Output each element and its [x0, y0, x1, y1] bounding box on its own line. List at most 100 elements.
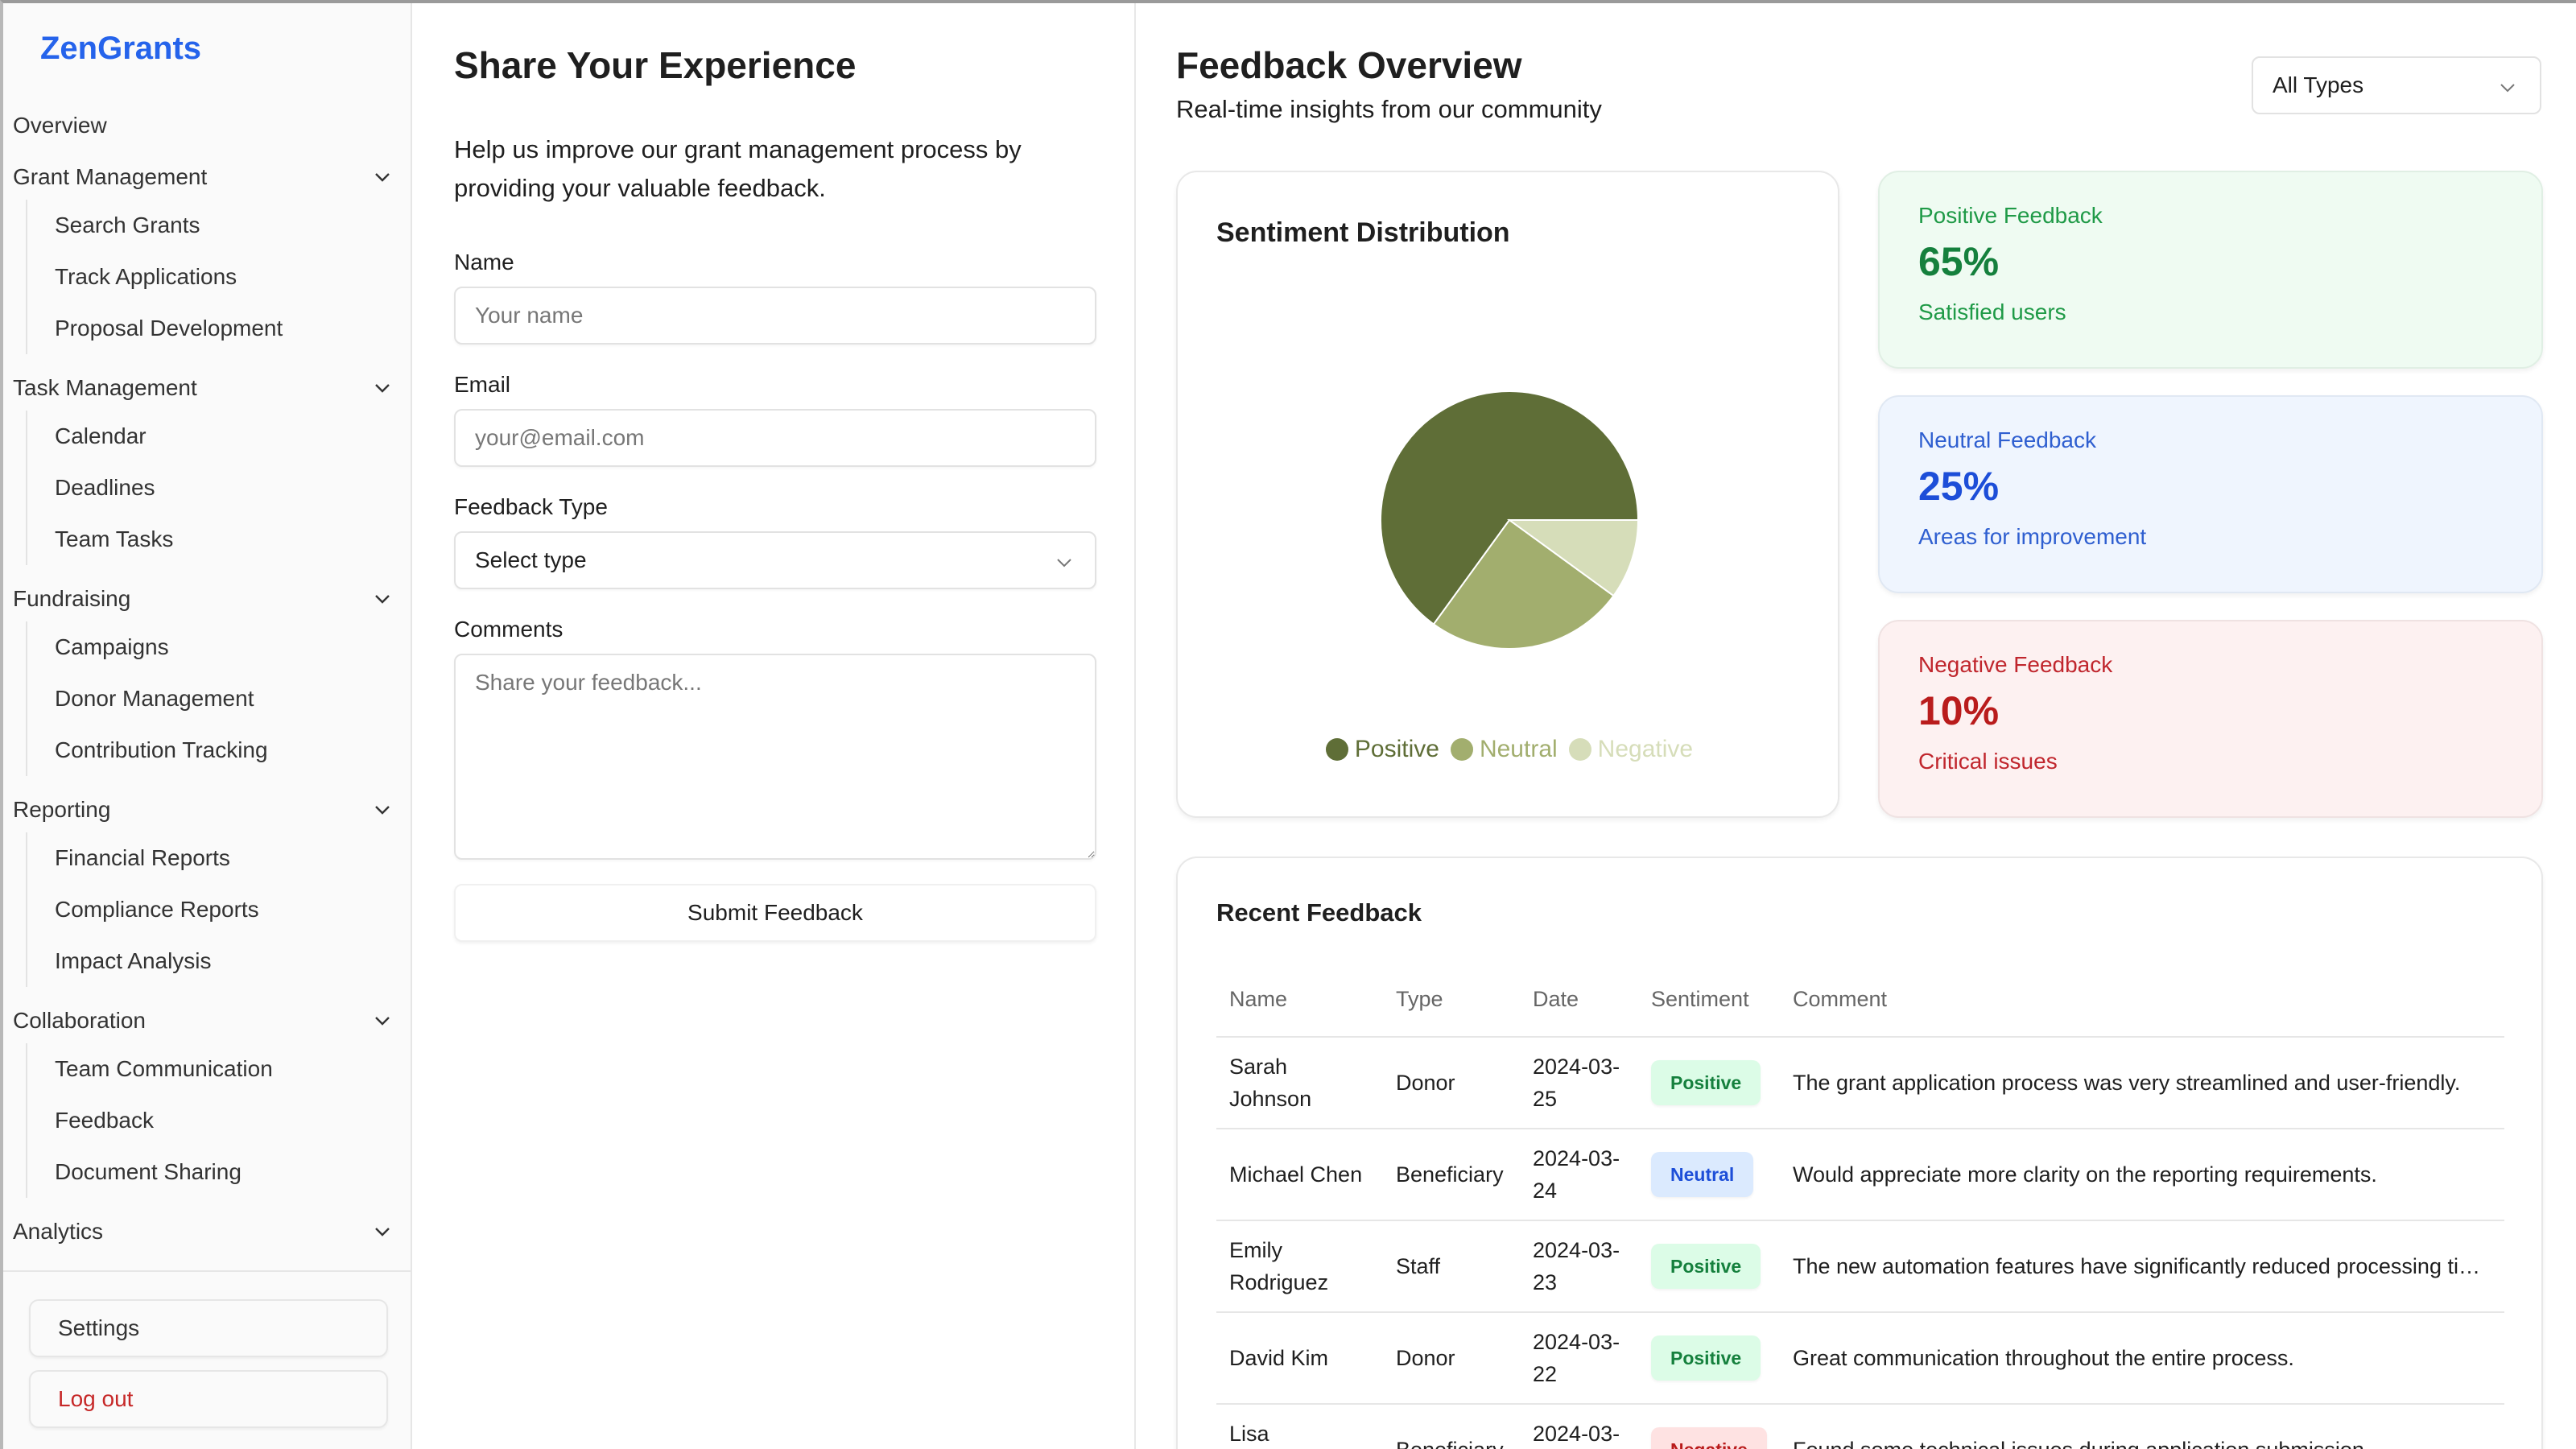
- table-row[interactable]: Lisa ThompsonBeneficiary2024-03-21 Negati…: [1216, 1404, 2504, 1449]
- date-cell: 2024-03-24: [1520, 1129, 1638, 1221]
- sidebar-item-track-applications[interactable]: Track Applications: [27, 251, 411, 303]
- comment-cell: The new automation features have signifi…: [1780, 1220, 2504, 1313]
- chevron-down-icon[interactable]: [370, 587, 394, 611]
- column-header-name[interactable]: Name: [1216, 963, 1383, 1038]
- sidebar-group-task-management[interactable]: Task Management: [3, 359, 411, 417]
- sidebar-item-financial-reports[interactable]: Financial Reports: [27, 832, 411, 884]
- stat-label: Negative Feedback: [1918, 652, 2113, 677]
- sidebar-nav: Overview Grant Management Search Grants Tr…: [3, 103, 411, 1261]
- chevron-down-icon[interactable]: [370, 1009, 394, 1033]
- column-header-type[interactable]: Type: [1383, 963, 1520, 1038]
- stat-value: 25%: [1918, 464, 2000, 509]
- sidebar-item-compliance-reports[interactable]: Compliance Reports: [27, 884, 411, 935]
- sidebar-group-reporting[interactable]: Reporting: [3, 781, 411, 839]
- chart-legend: Positive Neutral Negative: [1178, 736, 1841, 763]
- sidebar-item-campaigns[interactable]: Campaigns: [27, 621, 411, 673]
- name-cell: David Kim: [1216, 1312, 1383, 1405]
- name-cell: Emily Rodriguez: [1216, 1220, 1383, 1313]
- sidebar-group-grant-management[interactable]: Grant Management: [3, 148, 411, 206]
- table-row[interactable]: Michael Chen Beneficiary 2024-03-24 Neutral…: [1216, 1129, 2504, 1221]
- type-cell: Beneficiary: [1383, 1129, 1520, 1221]
- sidebar-group-label: Reporting: [13, 797, 111, 822]
- email-input[interactable]: [454, 409, 1096, 467]
- form-title: Share Your Experience: [454, 44, 857, 86]
- email-label: Email: [454, 372, 511, 397]
- sidebar-subnav: Campaigns Donor Management Contribution Tr…: [26, 621, 411, 776]
- sidebar-group-label: Task Management: [13, 375, 197, 400]
- sentiment-cell: Neutral: [1638, 1129, 1780, 1221]
- sidebar-group-fundraising[interactable]: Fundraising: [3, 570, 411, 628]
- sidebar-item-search-grants[interactable]: Search Grants: [27, 200, 411, 251]
- name-cell: Michael Chen: [1216, 1129, 1383, 1221]
- legend-item-neutral[interactable]: Neutral: [1450, 736, 1558, 763]
- sidebar-item-calendar[interactable]: Calendar: [27, 411, 411, 462]
- stat-value: 65%: [1918, 239, 2000, 284]
- sidebar-item-team-tasks[interactable]: Team Tasks: [27, 514, 411, 565]
- sentiment-badge: Negative: [1651, 1427, 1767, 1449]
- sidebar-group-collaboration[interactable]: Collaboration: [3, 992, 411, 1050]
- table-row[interactable]: Sarah Johnson Donor 2024-03-25 Positive The …: [1216, 1037, 2504, 1129]
- sentiment-badge: Positive: [1651, 1244, 1761, 1289]
- sidebar-item-proposal-development[interactable]: Proposal Development: [27, 303, 411, 354]
- feedback-type-select[interactable]: Select type: [454, 531, 1096, 589]
- comment-cell: The grant application process was very s…: [1780, 1037, 2504, 1129]
- comment-cell: Great communication throughout the entir…: [1780, 1312, 2504, 1405]
- column-header-sentiment[interactable]: Sentiment: [1638, 963, 1780, 1038]
- sidebar-group-label: Fundraising: [13, 586, 131, 611]
- form-intro: Help us improve our grant management pro…: [454, 135, 1022, 202]
- type-cell: Donor: [1383, 1312, 1520, 1405]
- chevron-down-icon[interactable]: [370, 376, 394, 400]
- table-row[interactable]: David Kim Donor 2024-03-22 Positive Great co…: [1216, 1312, 2504, 1405]
- table-row[interactable]: Emily Rodriguez Staff 2024-03-23 Positive Th…: [1216, 1220, 2504, 1313]
- sentiment-badge: Positive: [1651, 1335, 1761, 1381]
- negative-stat-card: Negative Feedback 10% Critical issues: [1878, 620, 2543, 818]
- sidebar-group-analytics[interactable]: Analytics: [3, 1203, 411, 1261]
- sentiment-pie-chart: [1380, 390, 1640, 650]
- logout-button[interactable]: Log out: [29, 1370, 388, 1428]
- sidebar-item-donor-management[interactable]: Donor Management: [27, 673, 411, 724]
- legend-swatch: [1325, 738, 1348, 761]
- sidebar-item-overview[interactable]: Overview: [3, 103, 411, 148]
- legend-swatch: [1568, 738, 1591, 761]
- sidebar-item-deadlines[interactable]: Deadlines: [27, 462, 411, 514]
- type-filter-value: All Types: [2273, 72, 2364, 97]
- date-cell: 2024-03-25: [1520, 1037, 1638, 1129]
- stat-description: Critical issues: [1918, 749, 2058, 774]
- sentiment-badge: Neutral: [1651, 1152, 1754, 1197]
- sidebar-item-team-communication[interactable]: Team Communication: [27, 1043, 411, 1095]
- type-cell: Staff: [1383, 1220, 1520, 1313]
- legend-item-positive[interactable]: Positive: [1325, 736, 1439, 763]
- column-header-comment[interactable]: Comment: [1780, 963, 2504, 1038]
- sidebar-item-impact-analysis[interactable]: Impact Analysis: [27, 935, 411, 987]
- sidebar-item-document-sharing[interactable]: Document Sharing: [27, 1146, 411, 1198]
- sidebar-item-feedback[interactable]: Feedback: [27, 1095, 411, 1146]
- sidebar: ZenGrants Overview Grant Management Searc…: [3, 3, 412, 1449]
- date-cell: 2024-03-21: [1520, 1404, 1638, 1449]
- sidebar-subnav: Calendar Deadlines Team Tasks: [26, 411, 411, 565]
- settings-button[interactable]: Settings: [29, 1299, 388, 1357]
- chevron-down-icon[interactable]: [370, 1220, 394, 1244]
- table-header-row: Name Type Date Sentiment Comment: [1216, 963, 2504, 1038]
- brand-logo[interactable]: ZenGrants: [40, 31, 201, 67]
- sidebar-item-contribution-tracking[interactable]: Contribution Tracking: [27, 724, 411, 776]
- type-filter-select[interactable]: All Types: [2252, 56, 2541, 114]
- stat-description: Satisfied users: [1918, 299, 2066, 324]
- submit-feedback-button[interactable]: Submit Feedback: [454, 884, 1096, 942]
- feedback-type-label: Feedback Type: [454, 494, 608, 519]
- name-input[interactable]: [454, 287, 1096, 345]
- sentiment-cell: Positive: [1638, 1220, 1780, 1313]
- legend-label: Positive: [1354, 736, 1439, 762]
- comments-textarea[interactable]: [454, 654, 1096, 860]
- legend-item-negative[interactable]: Negative: [1568, 736, 1694, 763]
- sentiment-cell: Negative: [1638, 1404, 1780, 1449]
- column-header-date[interactable]: Date: [1520, 963, 1638, 1038]
- chevron-down-icon[interactable]: [370, 165, 394, 189]
- type-cell: Donor: [1383, 1037, 1520, 1129]
- sentiment-cell: Positive: [1638, 1312, 1780, 1405]
- chevron-down-icon[interactable]: [370, 798, 394, 822]
- overview-title: Feedback Overview: [1176, 44, 1522, 86]
- feedback-type-value: Select type: [475, 547, 587, 572]
- sidebar-group-label: Analytics: [13, 1219, 104, 1244]
- legend-label: Negative: [1597, 736, 1694, 762]
- sentiment-chart-card: Sentiment Distribution Positive Neutral Ne…: [1176, 171, 1839, 818]
